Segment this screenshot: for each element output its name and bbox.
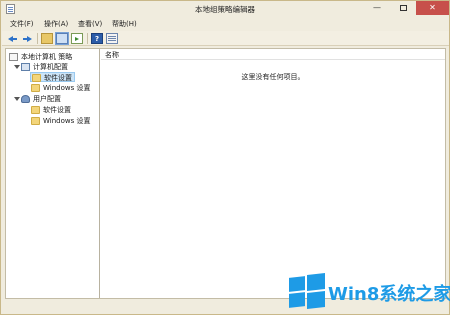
tree-item-software-settings[interactable]: 软件设置	[30, 72, 75, 82]
tree-item-label: 软件设置	[44, 74, 72, 82]
expand-arrow-icon[interactable]	[14, 65, 20, 69]
watermark-text: Win8系统之家	[328, 284, 450, 305]
main-content: 本地计算机 策略 计算机配置 软件设置 Windows 设置 用户配置 软件设置…	[5, 48, 446, 299]
forward-icon[interactable]	[21, 33, 33, 44]
tree-item-local-policy[interactable]: 本地计算机 策略	[9, 52, 99, 62]
empty-list-message: 这里没有任何项目。	[241, 73, 305, 81]
tree-item-label: Windows 设置	[43, 84, 91, 92]
up-folder-icon[interactable]	[41, 33, 53, 44]
title-bar[interactable]: 本地组策略编辑器 — ✕	[1, 1, 449, 18]
show-hide-tree-icon[interactable]	[56, 33, 68, 44]
tree-item-user-windows-settings[interactable]: Windows 设置	[30, 116, 98, 126]
toolbar-separator	[37, 33, 38, 44]
menu-bar: 文件(F) 操作(A) 查看(V) 帮助(H)	[2, 18, 449, 30]
expand-arrow-icon[interactable]	[14, 97, 20, 101]
tree-item-label: 用户配置	[33, 95, 61, 103]
console-tree: 本地计算机 策略 计算机配置 软件设置 Windows 设置 用户配置 软件设置…	[6, 49, 100, 298]
computer-icon	[21, 63, 30, 71]
tree-item-windows-settings[interactable]: Windows 设置	[30, 83, 98, 93]
toolbar-separator	[87, 33, 88, 44]
tree-item-computer-config[interactable]: 计算机配置	[14, 62, 99, 72]
menu-file[interactable]: 文件(F)	[9, 19, 35, 30]
folder-icon	[31, 84, 40, 92]
policy-icon	[9, 53, 18, 61]
watermark: Win8系统之家	[286, 272, 450, 312]
menu-view[interactable]: 查看(V)	[77, 19, 103, 30]
tree-item-label: Windows 设置	[43, 117, 91, 125]
tree-item-user-config[interactable]: 用户配置	[14, 94, 99, 104]
folder-icon	[32, 74, 41, 82]
close-button[interactable]: ✕	[416, 1, 449, 15]
tree-item-label: 本地计算机 策略	[21, 53, 73, 61]
list-header: 名称	[101, 49, 445, 60]
export-list-icon[interactable]	[71, 33, 83, 44]
column-header-name[interactable]: 名称	[105, 50, 119, 60]
menu-action[interactable]: 操作(A)	[43, 19, 69, 30]
tree-item-user-software-settings[interactable]: 软件设置	[30, 105, 98, 115]
maximize-icon	[399, 5, 407, 11]
toolbar: ?	[2, 31, 449, 46]
back-icon[interactable]	[7, 33, 19, 44]
tree-item-label: 软件设置	[43, 106, 71, 114]
maximize-button[interactable]	[390, 1, 416, 15]
gpedit-window: 本地组策略编辑器 — ✕ 文件(F) 操作(A) 查看(V) 帮助(H) ? 本…	[0, 0, 450, 315]
folder-icon	[31, 117, 40, 125]
windows-logo-icon	[289, 273, 325, 309]
menu-help[interactable]: 帮助(H)	[111, 19, 138, 30]
help-icon[interactable]: ?	[91, 33, 103, 44]
folder-icon	[31, 106, 40, 114]
minimize-button[interactable]: —	[364, 1, 390, 15]
properties-icon[interactable]	[106, 33, 118, 44]
user-icon	[21, 95, 30, 103]
tree-item-label: 计算机配置	[33, 63, 68, 71]
